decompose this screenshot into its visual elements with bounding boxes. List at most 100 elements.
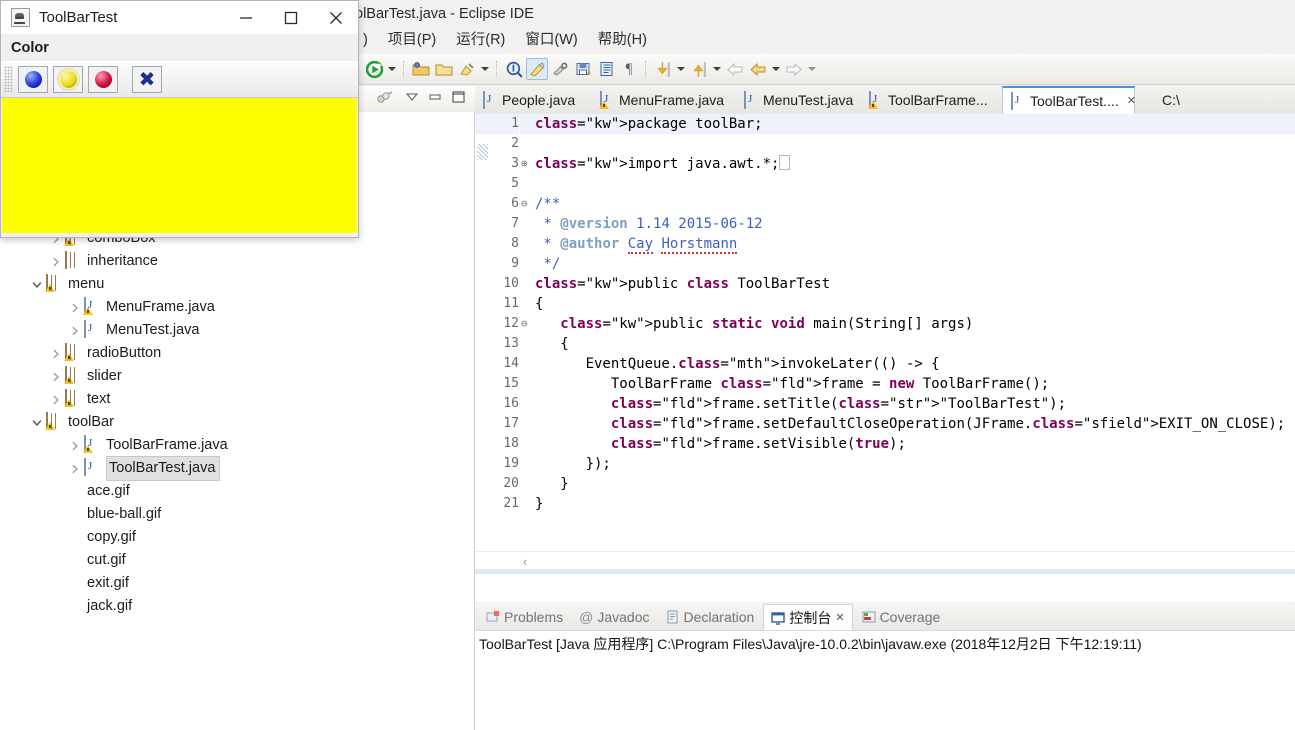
tree-expand-arrow-icon[interactable] <box>49 595 63 618</box>
tree-item-text[interactable]: text <box>0 388 474 411</box>
tree-item-slider[interactable]: slider <box>0 365 474 388</box>
tree-item-toolbar[interactable]: toolBar <box>0 411 474 434</box>
next-edit-caret-icon[interactable] <box>806 58 818 80</box>
toolbartest-swing-window[interactable]: ToolBarTest Color ✖ <box>0 0 359 238</box>
previous-annotation-icon[interactable] <box>688 58 710 80</box>
tree-expand-arrow-icon[interactable] <box>68 434 82 457</box>
tree-expand-arrow-icon[interactable] <box>49 480 63 503</box>
editor-tab-menutest-java[interactable]: MenuTest.java <box>736 86 877 114</box>
open-type-icon[interactable] <box>410 58 432 80</box>
fold-marker[interactable]: ⊖ <box>521 314 535 334</box>
tree-expand-arrow-icon[interactable] <box>49 250 63 273</box>
toggle-mark-occurrences-icon[interactable] <box>526 58 548 80</box>
book-view-icon[interactable] <box>595 58 617 80</box>
fold-marker[interactable]: ⊖ <box>521 194 535 214</box>
swing-color-canvas[interactable] <box>2 98 357 233</box>
tree-item-radiobutton[interactable]: radioButton <box>0 342 474 365</box>
editor-tab-toolbartest-[interactable]: ToolBarTest....✕ <box>1002 86 1136 114</box>
swing-menu-color[interactable]: Color <box>1 40 49 56</box>
tree-item-exit-gif[interactable]: exit.gif <box>0 572 474 595</box>
tree-item-cut-gif[interactable]: cut.gif <box>0 549 474 572</box>
exit-button[interactable]: ✖ <box>132 65 162 93</box>
tree-item-ace-gif[interactable]: ace.gif <box>0 480 474 503</box>
editor-tab-c-[interactable]: C:\ <box>1135 86 1196 114</box>
yellow-ball-button[interactable] <box>53 65 83 93</box>
tree-expand-arrow-icon[interactable] <box>30 411 44 434</box>
menu-item-run[interactable]: 运行(R) <box>448 28 513 52</box>
save-all-icon[interactable] <box>572 58 594 80</box>
tree-item-selected[interactable]: ToolBarTest.java <box>106 456 221 481</box>
close-button[interactable] <box>313 1 358 34</box>
tree-expand-arrow-icon[interactable] <box>68 296 82 319</box>
tree-expand-arrow-icon[interactable] <box>49 526 63 549</box>
new-java-project-icon[interactable] <box>503 58 525 80</box>
swing-toolbar[interactable]: ✖ <box>1 61 358 98</box>
debug-icon[interactable] <box>456 58 478 80</box>
annotation-gutter[interactable] <box>475 142 489 574</box>
console-tab-coverage[interactable]: Coverage <box>855 605 948 629</box>
tree-item-menu[interactable]: menu <box>0 273 474 296</box>
source-code-text[interactable]: class="kw">package toolBar; class="kw">i… <box>535 114 1295 514</box>
tree-item-menutest-java[interactable]: MenuTest.java <box>0 319 474 342</box>
swing-title-bar[interactable]: ToolBarTest <box>1 1 358 34</box>
tree-expand-arrow-icon[interactable] <box>68 319 82 342</box>
menu-item-project[interactable]: 项目(P) <box>380 28 444 52</box>
tree-item-menuframe-java[interactable]: MenuFrame.java <box>0 296 474 319</box>
run-icon[interactable] <box>363 58 385 80</box>
previous-annotation-caret-icon[interactable] <box>711 58 723 80</box>
forward-history-icon[interactable] <box>747 58 769 80</box>
maximize-button[interactable] <box>268 1 313 34</box>
editor-tab-menuframe-java[interactable]: MenuFrame.java <box>592 86 752 114</box>
tree-item-jack-gif[interactable]: jack.gif <box>0 595 474 618</box>
next-edit-icon[interactable] <box>783 58 805 80</box>
console-tab-declaration[interactable]: Declaration <box>659 605 762 629</box>
tree-expand-arrow-icon[interactable] <box>49 365 63 388</box>
tree-item-toolbartest-java[interactable]: ToolBarTest.java <box>0 456 474 481</box>
debug-dropdown-caret-icon[interactable] <box>479 58 491 80</box>
console-tab-close-icon[interactable]: ✕ <box>835 611 844 624</box>
tree-expand-arrow-icon[interactable] <box>30 273 44 296</box>
folded-imports-placeholder[interactable] <box>779 155 791 170</box>
swing-menubar[interactable]: Color <box>1 34 358 61</box>
editor-tab-toolbarframe-[interactable]: ToolBarFrame... <box>861 86 1018 114</box>
scroll-left-indicator[interactable]: ‹ <box>523 554 527 569</box>
tree-expand-arrow-icon[interactable] <box>49 549 63 572</box>
tree-expand-arrow-icon[interactable] <box>49 342 63 365</box>
console-output[interactable]: ToolBarTest [Java 应用程序] C:\Program Files… <box>475 631 1295 730</box>
back-history-icon[interactable] <box>724 58 746 80</box>
red-ball-button[interactable] <box>88 65 118 93</box>
console-tab-javadoc[interactable]: @ Javadoc <box>572 605 656 629</box>
minimize-button[interactable] <box>223 1 268 34</box>
console-tab-控制台[interactable]: 控制台 ✕ <box>763 604 853 630</box>
minimize-icon[interactable] <box>427 90 445 108</box>
fold-marker[interactable]: ⊕ <box>521 154 535 174</box>
tree-item-blue-ball-gif[interactable]: blue-ball.gif <box>0 503 474 526</box>
tree-expand-arrow-icon[interactable] <box>49 388 63 411</box>
tree-item-copy-gif[interactable]: copy.gif <box>0 526 474 549</box>
editor-tab-people-java[interactable]: People.java <box>475 86 608 114</box>
tree-item-toolbarframe-java[interactable]: ToolBarFrame.java <box>0 434 474 457</box>
open-folder-icon[interactable] <box>433 58 455 80</box>
external-tools-icon[interactable] <box>549 58 571 80</box>
view-menu-icon[interactable] <box>404 90 422 108</box>
next-annotation-icon[interactable] <box>652 58 674 80</box>
console-tab-problems[interactable]: Problems <box>479 605 570 629</box>
toolbar-drag-handle[interactable] <box>4 66 13 92</box>
run-dropdown-caret-icon[interactable] <box>386 58 398 80</box>
tree-expand-arrow-icon[interactable] <box>49 572 63 595</box>
editor-tab-label: C:\ <box>1162 92 1180 108</box>
pilcrow-icon[interactable]: ¶ <box>618 58 640 80</box>
next-annotation-caret-icon[interactable] <box>675 58 687 80</box>
code-editor[interactable]: 1 2 3 5 6 7 8 9 10 11 12 13 14 15 16 17 18 19 20 21 ⊕ ⊖ ⊖ c… <box>475 114 1295 574</box>
editor-scrollbar[interactable] <box>475 569 1295 574</box>
tree-expand-arrow-icon[interactable] <box>49 503 63 526</box>
menu-item-window[interactable]: 窗口(W) <box>517 28 585 52</box>
history-caret-icon[interactable] <box>770 58 782 80</box>
maximize-icon[interactable] <box>450 90 468 108</box>
folding-ruler[interactable]: ⊕ ⊖ ⊖ <box>521 114 535 514</box>
blue-ball-button[interactable] <box>18 65 48 93</box>
menu-item-help[interactable]: 帮助(H) <box>590 28 655 52</box>
link-with-editor-icon[interactable] <box>376 90 394 108</box>
tree-expand-arrow-icon[interactable] <box>68 457 82 480</box>
tree-item-inheritance[interactable]: inheritance <box>0 250 474 273</box>
